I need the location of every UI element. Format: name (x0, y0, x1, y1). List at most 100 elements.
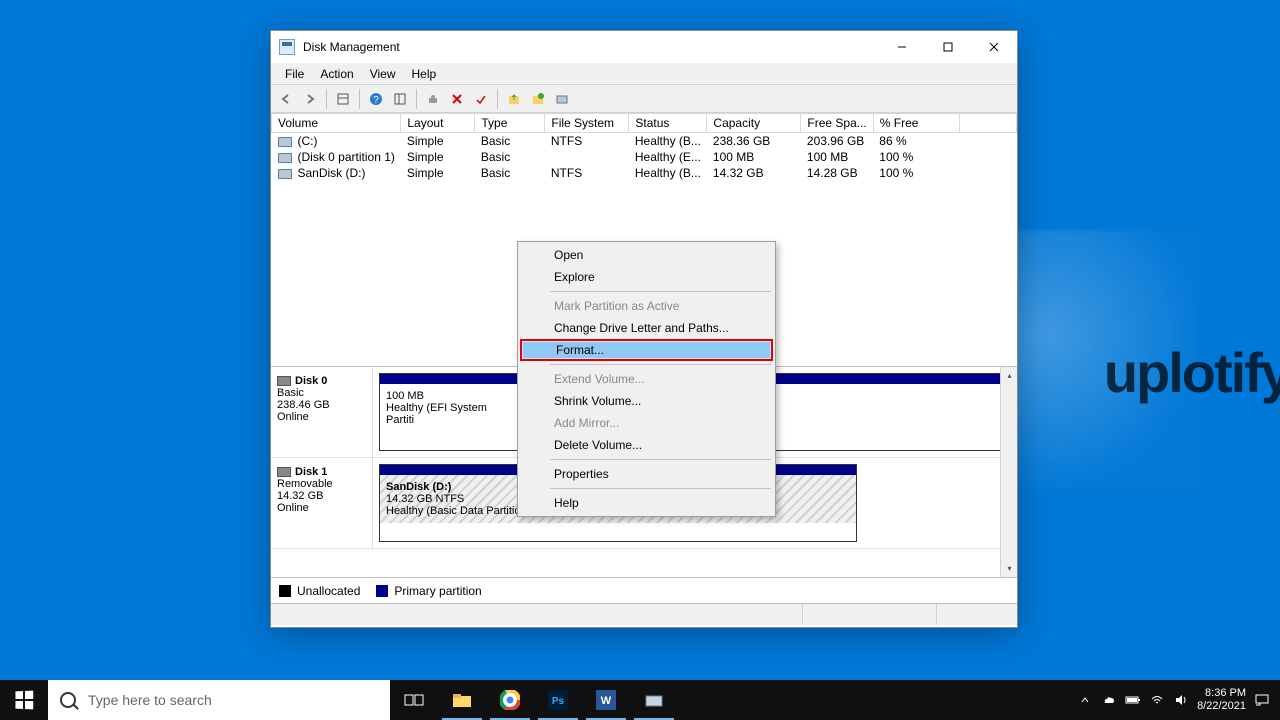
cell (959, 165, 1016, 181)
cell (545, 149, 629, 165)
cell (959, 149, 1016, 165)
settings-button[interactable] (422, 88, 444, 110)
drive-icon (278, 153, 292, 163)
cell: 238.36 GB (707, 133, 801, 150)
cell: 100 MB (801, 149, 873, 165)
column-header[interactable]: File System (545, 114, 629, 133)
cell: Healthy (B... (629, 133, 707, 150)
disk-icon (277, 376, 291, 386)
menu-separator (550, 488, 771, 489)
properties-button[interactable] (470, 88, 492, 110)
diskmgmt-taskbar[interactable] (630, 680, 678, 720)
column-header[interactable]: Capacity (707, 114, 801, 133)
volume-row[interactable]: (C:)SimpleBasicNTFSHealthy (B...238.36 G… (272, 133, 1017, 150)
cell: Healthy (E... (629, 149, 707, 165)
time-text: 8:36 PM (1197, 687, 1246, 700)
action3-button[interactable] (551, 88, 573, 110)
legend-item: Primary partition (376, 584, 481, 598)
cell: Simple (401, 149, 475, 165)
windows-logo-icon (15, 691, 33, 710)
cell: 100 % (873, 149, 959, 165)
cell: 14.32 GB (707, 165, 801, 181)
tray-volume-icon[interactable] (1173, 692, 1189, 708)
system-tray: 8:36 PM 8/22/2021 (1077, 687, 1280, 713)
svg-text:W: W (601, 695, 612, 707)
menu-item-format[interactable]: Format... (520, 339, 773, 361)
delete-button[interactable] (446, 88, 468, 110)
cell: Simple (401, 165, 475, 181)
volume-row[interactable]: (Disk 0 partition 1)SimpleBasicHealthy (… (272, 149, 1017, 165)
window-title: Disk Management (303, 40, 400, 54)
taskbar: Type here to search Ps W 8:36 PM 8/22/20… (0, 680, 1280, 720)
tray-chevron-icon[interactable] (1077, 692, 1093, 708)
help-button[interactable]: ? (365, 88, 387, 110)
search-box[interactable]: Type here to search (48, 680, 390, 720)
start-button[interactable] (0, 680, 48, 720)
menu-view[interactable]: View (362, 65, 404, 83)
menu-action[interactable]: Action (312, 65, 361, 83)
context-menu: OpenExplore Mark Partition as ActiveChang… (517, 241, 776, 517)
cell: Basic (475, 165, 545, 181)
scroll-up-button[interactable]: ▴ (1001, 367, 1017, 384)
tray-wifi-icon[interactable] (1149, 692, 1165, 708)
cell: Basic (475, 149, 545, 165)
show-hide-button[interactable] (332, 88, 354, 110)
column-header[interactable]: Free Spa... (801, 114, 873, 133)
cell: SanDisk (D:) (272, 165, 401, 181)
menu-item-change-drive-letter-and-paths[interactable]: Change Drive Letter and Paths... (520, 317, 773, 339)
menu-item-properties[interactable]: Properties (520, 463, 773, 485)
menu-separator (550, 291, 771, 292)
cell: 86 % (873, 133, 959, 150)
file-explorer-taskbar[interactable] (438, 680, 486, 720)
drive-icon (278, 137, 292, 147)
menu-item-open[interactable]: Open (520, 244, 773, 266)
disk-icon (277, 467, 291, 477)
menubar: File Action View Help (271, 63, 1017, 85)
svg-text:?: ? (373, 95, 379, 106)
tray-battery-icon[interactable] (1125, 692, 1141, 708)
action2-button[interactable] (527, 88, 549, 110)
cell: NTFS (545, 165, 629, 181)
word-taskbar[interactable]: W (582, 680, 630, 720)
menu-item-add-mirror: Add Mirror... (520, 412, 773, 434)
close-button[interactable] (971, 31, 1017, 63)
scrollbar[interactable]: ▴ ▾ (1000, 367, 1017, 577)
menu-item-shrink-volume[interactable]: Shrink Volume... (520, 390, 773, 412)
menu-item-mark-partition-as-active: Mark Partition as Active (520, 295, 773, 317)
minimize-button[interactable] (879, 31, 925, 63)
notifications-button[interactable] (1254, 692, 1270, 708)
svg-text:Ps: Ps (552, 696, 565, 707)
column-header[interactable]: Type (475, 114, 545, 133)
column-header[interactable]: Layout (401, 114, 475, 133)
toolbar: ? (271, 85, 1017, 113)
cell: 100 % (873, 165, 959, 181)
photoshop-taskbar[interactable]: Ps (534, 680, 582, 720)
chrome-taskbar[interactable] (486, 680, 534, 720)
maximize-button[interactable] (925, 31, 971, 63)
menu-file[interactable]: File (277, 65, 312, 83)
volume-row[interactable]: SanDisk (D:)SimpleBasicNTFSHealthy (B...… (272, 165, 1017, 181)
titlebar[interactable]: Disk Management (271, 31, 1017, 63)
column-header[interactable]: Volume (272, 114, 401, 133)
menu-item-explore[interactable]: Explore (520, 266, 773, 288)
tray-onedrive-icon[interactable] (1101, 692, 1117, 708)
back-button[interactable] (275, 88, 297, 110)
watermark: uplotify (1104, 340, 1280, 405)
menu-help[interactable]: Help (404, 65, 445, 83)
column-header[interactable]: % Free (873, 114, 959, 133)
disk-info: Disk 1Removable14.32 GBOnline (271, 458, 373, 548)
action1-button[interactable] (503, 88, 525, 110)
menu-item-delete-volume[interactable]: Delete Volume... (520, 434, 773, 456)
partition-box[interactable]: 100 MBHealthy (EFI System Partiti (379, 373, 519, 451)
menu-item-help[interactable]: Help (520, 492, 773, 514)
date-text: 8/22/2021 (1197, 700, 1246, 713)
refresh-button[interactable] (389, 88, 411, 110)
clock[interactable]: 8:36 PM 8/22/2021 (1197, 687, 1246, 713)
task-view-button[interactable] (390, 680, 438, 720)
forward-button[interactable] (299, 88, 321, 110)
statusbar (271, 603, 1017, 625)
cell (959, 133, 1016, 150)
cell: NTFS (545, 133, 629, 150)
scroll-down-button[interactable]: ▾ (1001, 560, 1017, 577)
column-header[interactable]: Status (629, 114, 707, 133)
